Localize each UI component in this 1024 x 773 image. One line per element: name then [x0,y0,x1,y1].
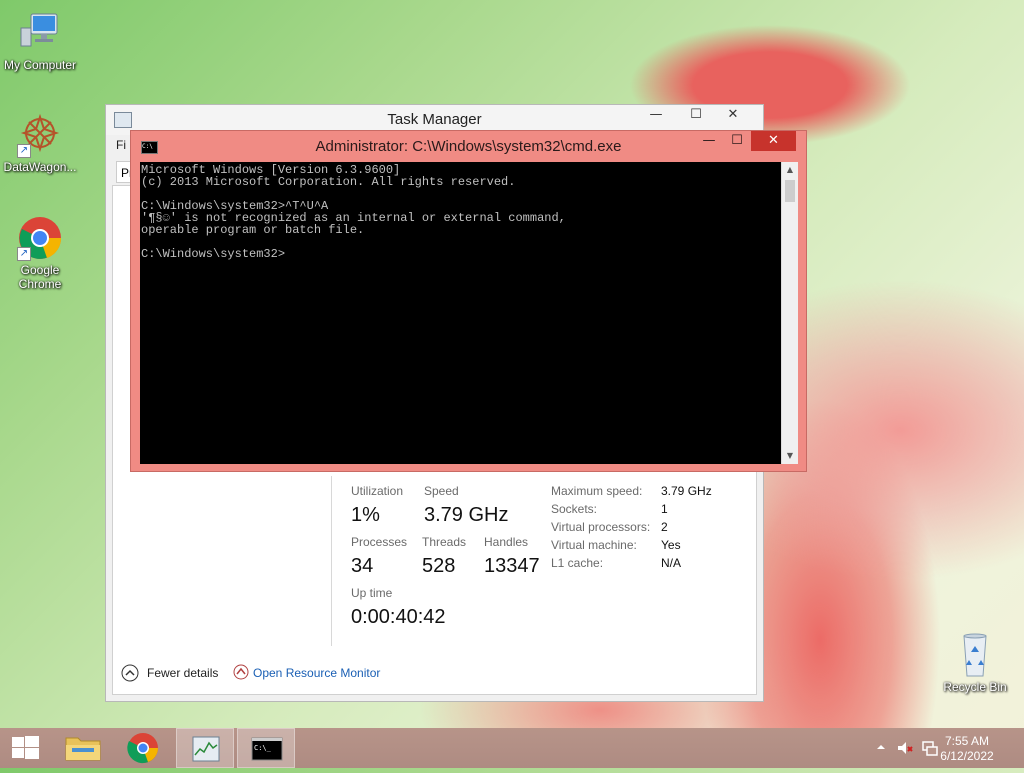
svg-text:C:\_: C:\_ [254,744,272,752]
shortcut-arrow-icon: ↗ [17,144,31,158]
threads-value: 528 [422,555,456,577]
chrome-icon: ↗ [17,215,63,261]
scroll-up-arrow-icon[interactable]: ▲ [782,162,798,178]
taskbar: C:\_ 7:55 AM 6/12/2022 [0,728,1024,768]
desktop-icon-recycle-bin[interactable]: Recycle Bin [935,632,1015,694]
cmd-icon: C:\_ [251,737,283,761]
desktop-icon-label-line2: Chrome [18,277,62,291]
console-prompt[interactable]: C:\Windows\system32> [141,248,781,260]
uptime-label: Up time [351,586,393,600]
fewer-details-chevron-icon[interactable] [121,664,139,682]
close-button[interactable]: ✕ [713,105,753,125]
detail-label: Virtual machine: [551,538,637,552]
utilization-label: Utilization [351,484,404,498]
utilization-value: 1% [351,504,380,526]
computer-icon [17,10,63,56]
desktop-icon-datawagon[interactable]: ↗ DataWagon... [0,112,80,174]
recycle-bin-icon [952,632,998,678]
menu-file[interactable]: Fi [116,138,126,152]
scroll-down-arrow-icon[interactable]: ▼ [782,448,798,464]
volume-muted-icon[interactable] [896,739,914,757]
windows-logo-icon [12,736,39,759]
clock-date: 6/12/2022 [940,749,994,763]
detail-label: Sockets: [551,502,598,516]
stats-divider [331,476,332,646]
open-resource-monitor-link[interactable]: Open Resource Monitor [253,666,380,680]
show-hidden-icons-icon[interactable] [874,740,888,754]
start-button[interactable] [0,728,58,768]
folder-icon [65,737,101,761]
console-scrollbar[interactable]: ▲ ▼ [781,162,798,464]
detail-value: 2 [661,520,668,534]
threads-label: Threads [422,535,467,549]
speed-label: Speed [424,484,459,498]
uptime-value: 0:00:40:42 [351,606,446,628]
close-button[interactable]: ✕ [751,131,796,151]
desktop-icon-label: Recycle Bin [943,680,1007,694]
processes-label: Processes [351,535,408,549]
detail-value: N/A [661,556,682,570]
desktop-icon-label: DataWagon... [3,160,77,174]
detail-value: Yes [661,538,681,552]
fewer-details-link[interactable]: Fewer details [147,666,218,680]
console-line: operable program or batch file. [141,223,365,237]
chrome-icon [127,733,158,764]
taskbar-task-manager[interactable] [176,728,234,768]
maximize-button[interactable]: ☐ [720,131,754,151]
detail-label: L1 cache: [551,556,604,570]
maximize-button[interactable]: ☐ [679,105,713,125]
console-line: (c) 2013 Microsoft Corporation. All righ… [141,175,516,189]
resource-monitor-icon [233,664,249,680]
desktop-icon-label: My Computer [3,58,77,72]
desktop-icon-google-chrome[interactable]: ↗ Google Chrome [0,215,80,291]
detail-label: Maximum speed: [551,484,643,498]
taskbar-file-explorer[interactable] [54,728,112,768]
taskbar-cmd[interactable]: C:\_ [237,728,295,768]
task-manager-icon [192,736,220,762]
cmd-window[interactable]: C:\ Administrator: C:\Windows\system32\c… [130,130,807,472]
shortcut-arrow-icon: ↗ [17,247,31,261]
detail-value: 1 [661,502,668,516]
detail-label: Virtual processors: [551,520,651,534]
processes-value: 34 [351,555,374,577]
desktop-icon-label-line1: Google [20,263,60,277]
console-output[interactable]: Microsoft Windows [Version 6.3.9600] (c)… [140,162,781,464]
clock-time: 7:55 AM [944,734,990,748]
taskbar-chrome[interactable] [114,728,172,768]
taskbar-clock[interactable]: 7:55 AM 6/12/2022 [932,734,1002,764]
cmd-titlebar[interactable]: C:\ Administrator: C:\Windows\system32\c… [131,131,806,161]
desktop-icon-my-computer[interactable]: My Computer [0,10,80,72]
minimize-button[interactable]: — [639,105,673,125]
detail-value: 3.79 GHz [661,484,712,498]
speed-value: 3.79 GHz [424,504,509,526]
handles-value: 13347 [484,555,540,577]
handles-label: Handles [484,535,529,549]
scroll-thumb[interactable] [785,180,795,202]
datawagon-logo-icon: ↗ [17,112,63,158]
